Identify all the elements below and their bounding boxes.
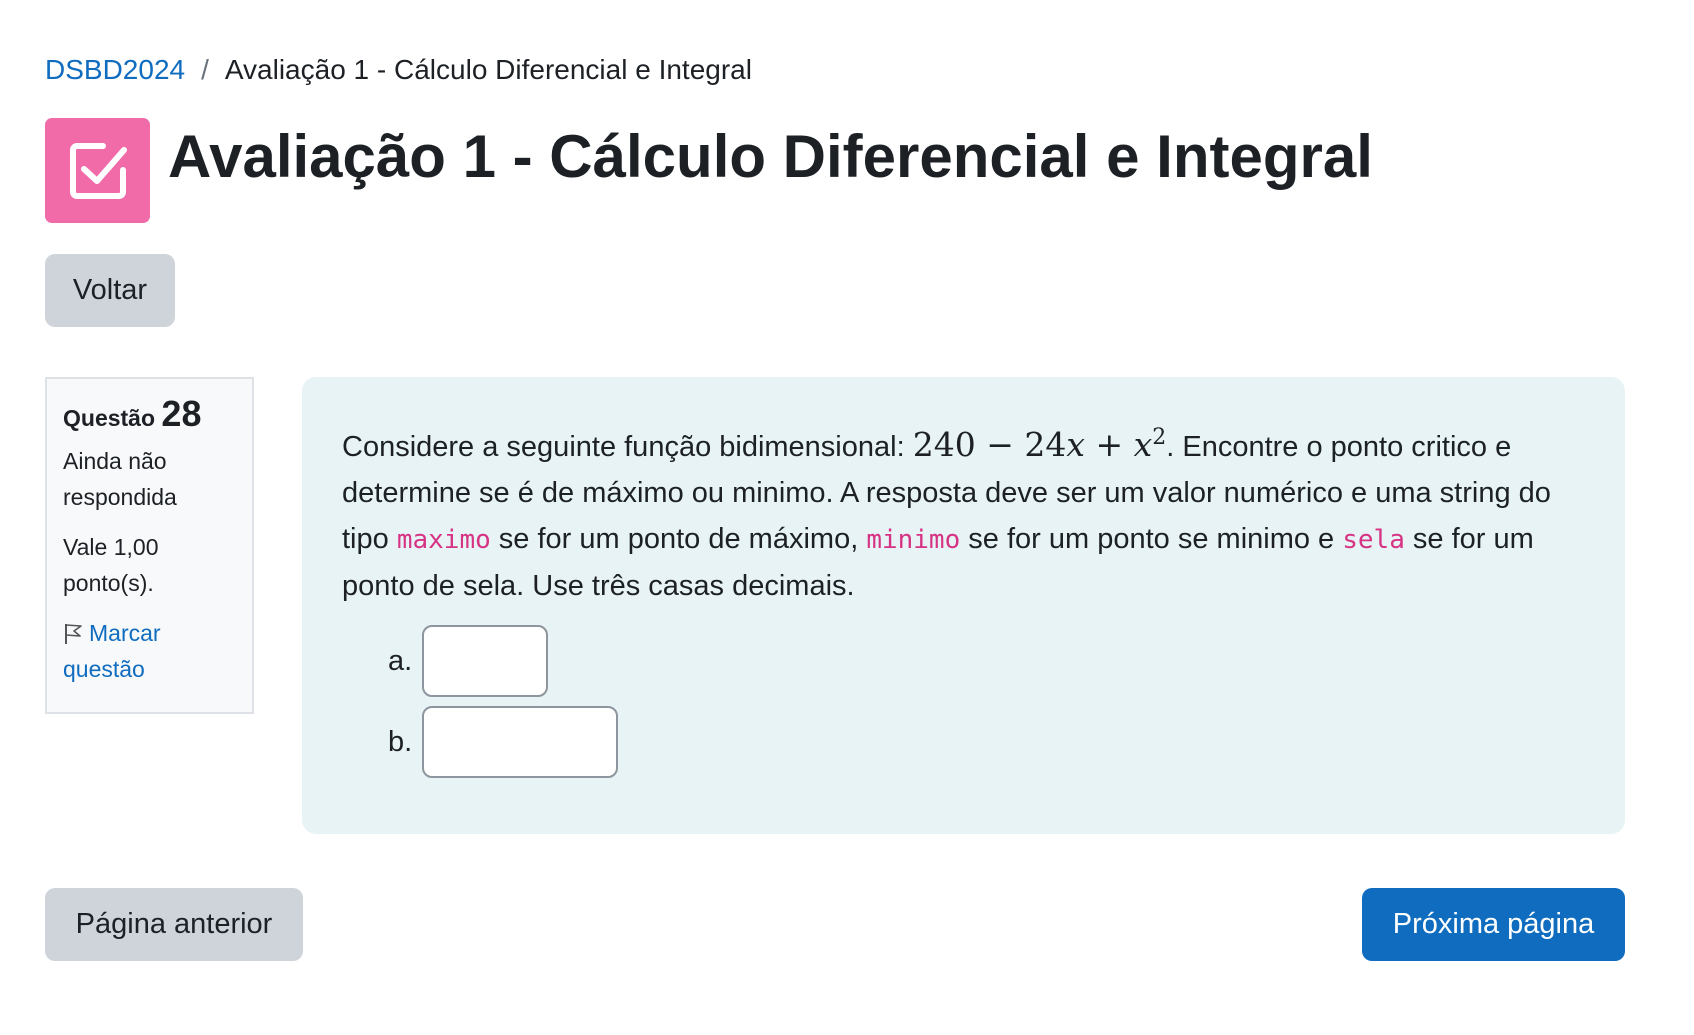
- answer-fields: a. b.: [388, 625, 1585, 778]
- question-text-part3: se for um ponto se minimo e: [960, 523, 1343, 555]
- question-number-value: 28: [161, 393, 202, 434]
- breadcrumb-course-link[interactable]: DSBD2024: [45, 52, 185, 88]
- question-text: Considere a seguinte função bidimensiona…: [342, 415, 1585, 609]
- flag-icon: [65, 624, 82, 644]
- formula-exponent: 2: [1152, 425, 1167, 450]
- page-title: Avaliação 1 - Cálculo Diferencial e Inte…: [168, 123, 1373, 190]
- question-text-part2: se for um ponto de máximo,: [490, 523, 867, 555]
- formula-coefficient: 24: [1024, 425, 1067, 464]
- formula-constant: 240: [912, 425, 976, 464]
- previous-page-button[interactable]: Página anterior: [45, 888, 303, 961]
- code-sela: sela: [1342, 525, 1405, 555]
- formula-minus: −: [975, 425, 1025, 464]
- formula-variable: x: [1066, 425, 1085, 464]
- question-intro: Considere a seguinte função bidimensiona…: [342, 431, 913, 463]
- question-status: Ainda não respondida: [63, 448, 177, 510]
- question-points: Vale 1,00 ponto(s).: [63, 534, 159, 596]
- page-header: Avaliação 1 - Cálculo Diferencial e Inte…: [45, 118, 1373, 223]
- breadcrumb-separator: /: [201, 54, 209, 85]
- back-button[interactable]: Voltar: [45, 254, 175, 327]
- flag-question-link[interactable]: Marcar questão: [63, 615, 236, 687]
- answer-row-b: b.: [388, 706, 1585, 778]
- answer-label-b: b.: [388, 725, 413, 758]
- formula-variable-squared: x: [1133, 425, 1153, 464]
- breadcrumb-current: Avaliação 1 - Cálculo Diferencial e Inte…: [224, 54, 752, 85]
- code-minimo: minimo: [866, 525, 961, 555]
- formula-plus: +: [1084, 425, 1134, 464]
- math-formula: 240 − 24x + x2: [913, 425, 1167, 464]
- answer-input-b[interactable]: [422, 706, 618, 778]
- answer-label-a: a.: [388, 644, 413, 677]
- answer-row-a: a.: [388, 625, 1585, 697]
- question-number: Questão 28: [63, 393, 236, 435]
- code-maximo: maximo: [396, 525, 491, 555]
- next-page-button[interactable]: Próxima página: [1362, 888, 1625, 961]
- question-info-panel: Questão 28 Ainda não respondida Vale 1,0…: [45, 377, 254, 714]
- breadcrumb: DSBD2024 / Avaliação 1 - Cálculo Diferen…: [45, 52, 752, 88]
- answer-input-a[interactable]: [422, 625, 548, 697]
- question-label: Questão: [63, 405, 156, 431]
- question-content: Considere a seguinte função bidimensiona…: [302, 377, 1625, 834]
- checkbox-icon: [45, 118, 150, 223]
